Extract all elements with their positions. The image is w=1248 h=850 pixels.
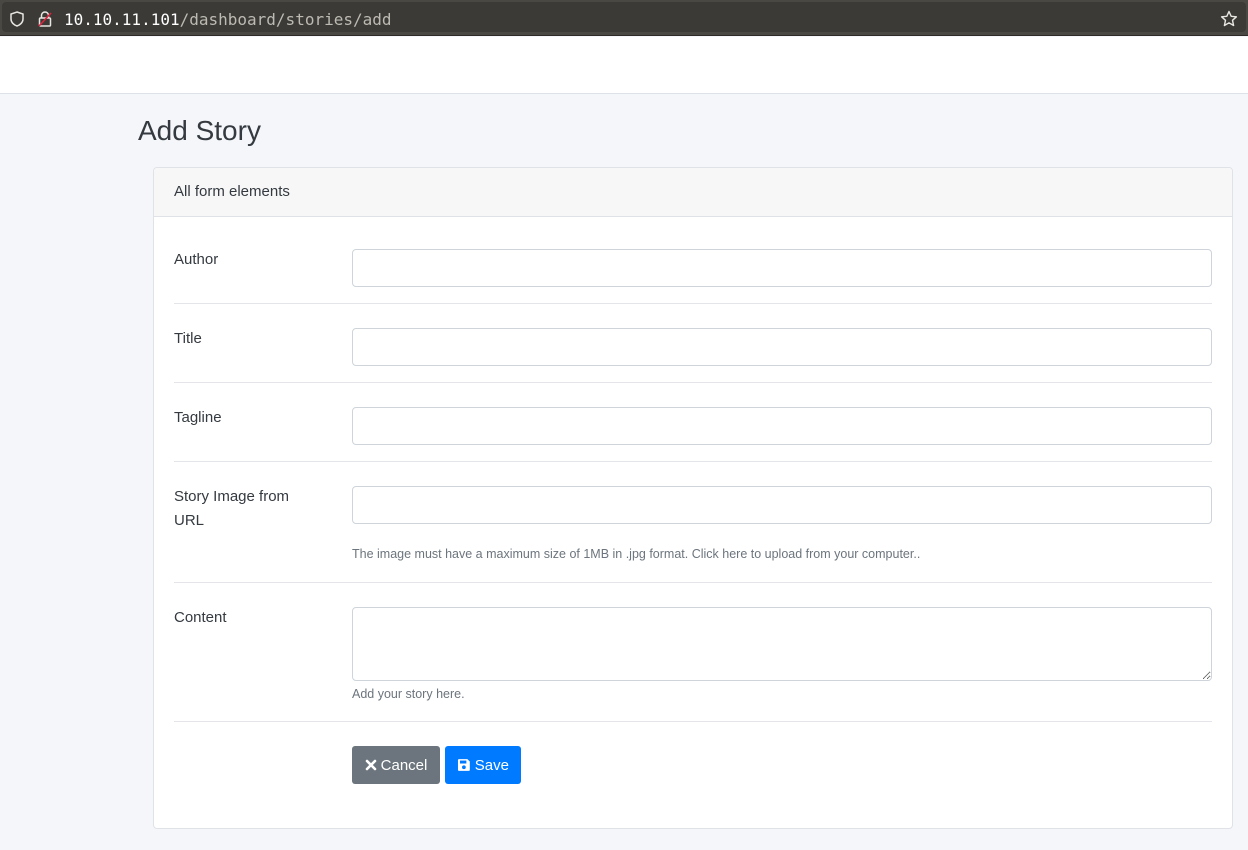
times-icon [365,759,376,771]
card-header-title: All form elements [174,183,290,200]
row-divider [174,303,1212,304]
card-header: All form elements [154,168,1232,217]
cancel-button[interactable]: Cancel [352,746,440,784]
page-title: Add Story [138,115,261,146]
save-button-label: Save [474,756,509,774]
content-textarea[interactable] [352,607,1212,681]
tagline-label: Tagline [174,409,222,426]
title-label: Title [174,330,202,347]
cancel-button-label: Cancel [380,756,428,774]
bookmark-star-icon[interactable] [1220,10,1238,28]
url-text[interactable]: 10.10.11.101/dashboard/stories/add [64,10,392,29]
top-navbar [0,37,1248,94]
url-host: 10.10.11.101 [64,10,180,29]
row-divider [174,382,1212,383]
row-divider [174,721,1212,722]
content-label: Content [174,609,227,626]
browser-url-bar: 10.10.11.101/dashboard/stories/add [0,0,1248,36]
url-field[interactable]: 10.10.11.101/dashboard/stories/add [2,2,1246,32]
author-input[interactable] [352,249,1212,287]
image-help-text: The image must have a maximum size of 1M… [352,547,921,561]
image-url-label: Story Image from URL [174,488,290,529]
content-help-text: Add your story here. [352,687,465,701]
author-label: Author [174,251,219,268]
save-button[interactable]: Save [445,746,521,784]
shield-icon[interactable] [10,11,24,27]
form-card: All form elements Author Title Tagline S… [153,167,1233,829]
tagline-input[interactable] [352,407,1212,445]
row-divider [174,461,1212,462]
title-input[interactable] [352,328,1212,366]
row-divider [174,582,1212,583]
insecure-lock-icon[interactable] [38,11,52,27]
image-url-input[interactable] [352,486,1212,524]
url-path: /dashboard/stories/add [179,10,392,29]
floppy-disk-icon [457,759,470,771]
